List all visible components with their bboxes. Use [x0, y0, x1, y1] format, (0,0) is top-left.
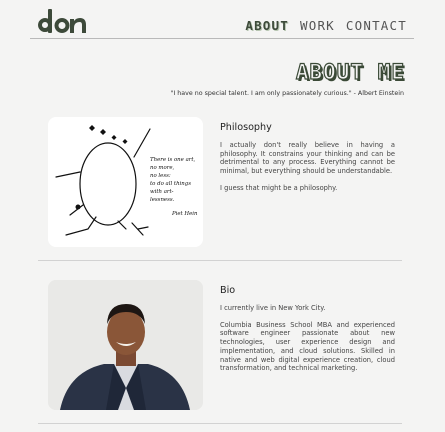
page-title: ABOUT ME [295, 59, 405, 84]
nav-contact[interactable]: CONTACT [346, 18, 407, 33]
philosophy-text: I actually don't really believe in havin… [220, 141, 395, 201]
bio-paragraph-1: I currently live in New York City. [220, 304, 326, 312]
section-divider-bottom [38, 423, 402, 424]
logo[interactable]: don [36, 9, 88, 35]
philosophy-paragraph-1: I actually don't really believe in havin… [220, 141, 395, 176]
philosophy-paragraph-2: I guess that might be a philosophy. [220, 183, 338, 192]
header-divider [30, 38, 414, 39]
sketch-line-6: lessness. [150, 197, 175, 203]
main-nav: ABOUT WORK CONTACT [245, 18, 407, 33]
section-divider [38, 260, 402, 261]
logo-text: don [36, 9, 38, 10]
sketch-line-3: no less: [150, 173, 171, 179]
sketch-signature: Piet Hein [171, 211, 198, 217]
philosophy-heading: Philosophy [220, 122, 272, 133]
bio-heading: Bio [220, 285, 236, 296]
site-header: don ABOUT WORK CONTACT [0, 0, 445, 40]
sketch-line-4: to do all things [150, 181, 191, 187]
nav-work[interactable]: WORK [300, 18, 335, 33]
einstein-quote: "I have no special talent. I am only pas… [170, 90, 404, 97]
sketch-line-1: There is one art, [150, 157, 196, 163]
bio-paragraph-2: Columbia Business School MBA and experie… [220, 320, 395, 373]
philosophy-sketch-image: There is one art, no more, no less: to d… [48, 117, 203, 247]
sketch-line-2: no more, [150, 165, 175, 171]
profile-photo [48, 280, 203, 410]
sketch-line-5: with art- [150, 189, 174, 195]
nav-about[interactable]: ABOUT [245, 18, 289, 33]
bio-text: I currently live in New York City. Colum… [220, 304, 395, 381]
